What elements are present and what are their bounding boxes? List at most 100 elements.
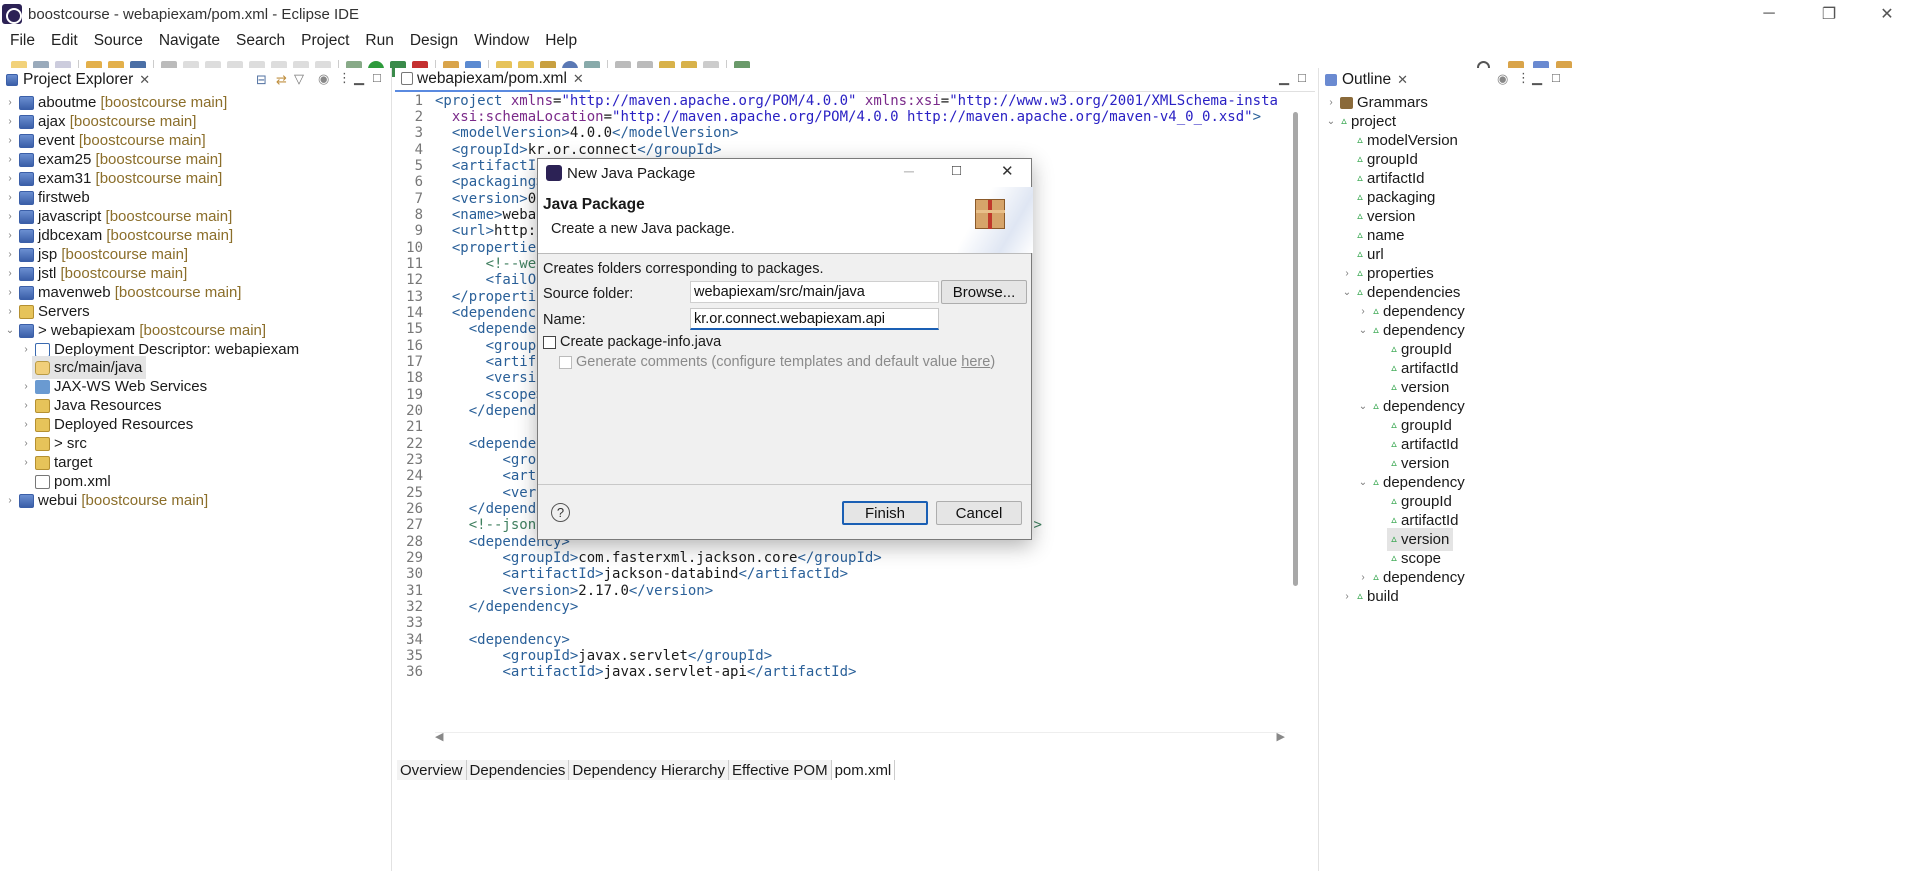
restore-button[interactable]: ❐ xyxy=(1806,0,1852,28)
chevron-down-icon[interactable]: ⌄ xyxy=(1357,471,1369,494)
source-folder-field[interactable]: webapiexam/src/main/java xyxy=(690,281,939,303)
outline-header: Outline ✕ ◉ ⋮ ▁ □ xyxy=(1319,68,1918,92)
java-resources-icon xyxy=(35,398,50,413)
dialog-title-bar: New Java Package ─ □ ✕ xyxy=(538,159,1031,187)
menu-navigate[interactable]: Navigate xyxy=(149,32,226,50)
close-icon[interactable]: ✕ xyxy=(139,72,150,88)
menu-help[interactable]: Help xyxy=(535,32,583,50)
tab-dependency-hierarchy[interactable]: Dependency Hierarchy xyxy=(569,760,729,780)
web-services-icon xyxy=(35,379,50,394)
maximize-view-icon[interactable]: □ xyxy=(1552,70,1560,85)
chevron-right-icon[interactable]: › xyxy=(4,489,16,512)
xml-element-icon: ▵ xyxy=(1373,476,1379,488)
source-folder-label: Source folder: xyxy=(543,286,634,302)
chevron-down-icon[interactable]: ⌄ xyxy=(1325,110,1337,133)
collapse-all-icon[interactable]: ◉ xyxy=(1497,71,1508,87)
deployed-resources-icon xyxy=(35,417,50,432)
generate-comments-text: Generate comments (configure templates a… xyxy=(576,354,962,370)
maximize-view-icon[interactable]: □ xyxy=(373,70,381,85)
chevron-down-icon[interactable]: ⌄ xyxy=(4,319,16,342)
project-icon xyxy=(19,171,34,186)
menu-run[interactable]: Run xyxy=(355,32,399,50)
tree-item-webui[interactable]: › webui [boostcourse main] xyxy=(4,489,208,512)
close-icon[interactable]: ✕ xyxy=(1397,72,1408,88)
help-icon[interactable]: ? xyxy=(551,503,570,522)
view-menu-icon[interactable]: ⋮ xyxy=(1517,70,1530,86)
project-icon xyxy=(19,133,34,148)
close-button[interactable]: ✕ xyxy=(1864,0,1910,28)
dialog-maximize-icon[interactable]: □ xyxy=(952,162,961,179)
chevron-right-icon[interactable]: › xyxy=(20,338,32,361)
tab-overview[interactable]: Overview xyxy=(397,760,467,780)
project-icon xyxy=(19,114,34,129)
menu-source[interactable]: Source xyxy=(84,32,149,50)
maximize-view-icon[interactable]: □ xyxy=(1298,70,1306,85)
dialog-close-icon[interactable]: ✕ xyxy=(1001,162,1014,180)
vertical-scrollbar[interactable] xyxy=(1293,112,1298,586)
folder-icon xyxy=(35,455,50,470)
create-package-info-label: Create package-info.java xyxy=(560,334,722,350)
menu-edit[interactable]: Edit xyxy=(41,32,84,50)
chevron-right-icon[interactable]: › xyxy=(1341,585,1353,608)
close-icon[interactable]: ✕ xyxy=(573,71,584,87)
dialog-divider xyxy=(538,484,1031,485)
chevron-down-icon[interactable]: ⌄ xyxy=(1357,319,1369,342)
project-icon xyxy=(19,228,34,243)
project-icon xyxy=(19,266,34,281)
finish-button[interactable]: Finish xyxy=(842,501,928,525)
minimize-view-icon[interactable]: ▁ xyxy=(1532,70,1542,86)
dialog-header: Java Package Create a new Java package. xyxy=(538,187,1033,254)
menu-project[interactable]: Project xyxy=(291,32,355,50)
menu-file[interactable]: File xyxy=(0,32,41,50)
link-editor-icon[interactable]: ⇄ xyxy=(276,72,287,88)
git-branch-label: [boostcourse main] xyxy=(95,170,223,187)
horizontal-scrollbar[interactable]: ◀ ▶ xyxy=(435,730,1285,744)
scroll-right-icon[interactable]: ▶ xyxy=(1277,730,1285,743)
dialog-minimize-icon[interactable]: ─ xyxy=(904,163,914,179)
dialog-title: New Java Package xyxy=(567,164,696,182)
outline-tab[interactable]: Outline ✕ xyxy=(1319,68,1415,92)
tab-dependencies[interactable]: Dependencies xyxy=(467,760,570,780)
configure-templates-link[interactable]: here xyxy=(961,354,990,370)
chevron-down-icon[interactable]: ⌄ xyxy=(1357,395,1369,418)
minimize-view-icon[interactable]: ▁ xyxy=(1279,70,1289,86)
outline-item-label: build xyxy=(1367,588,1399,605)
create-package-info-checkbox[interactable] xyxy=(543,336,556,349)
package-name-input[interactable]: kr.or.connect.webapiexam.api xyxy=(690,308,939,330)
eclipse-icon xyxy=(2,4,22,24)
cancel-button[interactable]: Cancel xyxy=(936,501,1022,525)
editor-tab-label: webapiexam/pom.xml xyxy=(417,69,567,87)
explorer-icon xyxy=(6,74,18,86)
menu-design[interactable]: Design xyxy=(400,32,464,50)
project-icon xyxy=(19,209,34,224)
outline-icon xyxy=(1325,74,1337,86)
project-explorer-title: Project Explorer xyxy=(23,71,134,88)
menu-search[interactable]: Search xyxy=(226,32,291,50)
project-explorer-tab[interactable]: Project Explorer ✕ xyxy=(0,68,157,92)
filter-icon[interactable]: ▽ xyxy=(294,71,304,87)
dialog-info-text: Creates folders corresponding to package… xyxy=(543,261,824,277)
chevron-down-icon[interactable]: ⌄ xyxy=(1341,281,1353,304)
minimize-view-icon[interactable]: ▁ xyxy=(354,70,364,86)
collapse-all-icon[interactable]: ⊟ xyxy=(256,72,267,88)
view-menu-icon[interactable]: ⋮ xyxy=(338,70,351,86)
generate-comments-end: ) xyxy=(990,354,996,370)
browse-button[interactable]: Browse... xyxy=(941,280,1027,304)
scroll-left-icon[interactable]: ◀ xyxy=(435,730,443,743)
editor-tab-pom[interactable]: webapiexam/pom.xml ✕ xyxy=(395,67,590,92)
menu-window[interactable]: Window xyxy=(464,32,535,50)
tab-pom-xml[interactable]: pom.xml xyxy=(831,760,896,780)
outline-item[interactable]: › ▵ build xyxy=(1341,585,1399,608)
minimize-button[interactable]: ─ xyxy=(1746,0,1792,28)
focus-icon[interactable]: ◉ xyxy=(318,71,329,87)
chevron-right-icon[interactable]: › xyxy=(20,451,32,474)
git-branch-label: [boostcourse main] xyxy=(81,492,209,509)
name-label: Name: xyxy=(543,312,586,328)
project-icon xyxy=(19,95,34,110)
project-icon xyxy=(19,493,34,508)
project-icon xyxy=(19,152,34,167)
generate-comments-checkbox[interactable] xyxy=(559,356,572,369)
tab-effective-pom[interactable]: Effective POM xyxy=(729,760,832,780)
pom-editor-tabs: Overview Dependencies Dependency Hierarc… xyxy=(397,760,896,780)
title-bar: boostcourse - webapiexam/pom.xml - Eclip… xyxy=(0,0,1918,28)
